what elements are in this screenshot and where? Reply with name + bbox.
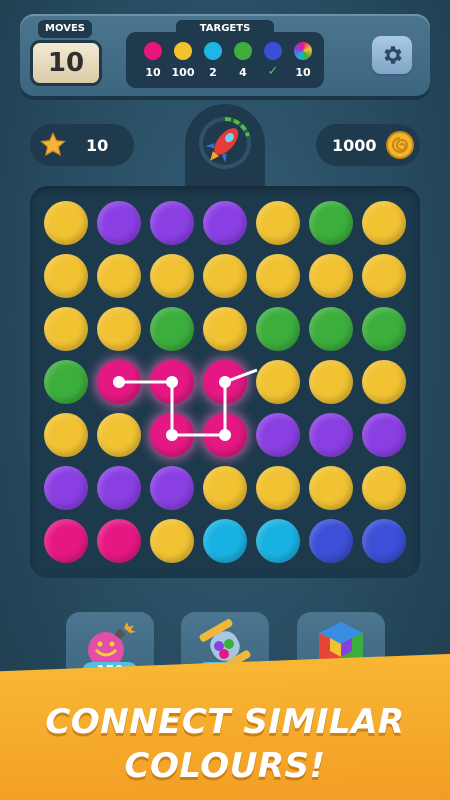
target-color-icon xyxy=(264,42,282,60)
ball[interactable] xyxy=(97,201,141,245)
ball[interactable] xyxy=(256,466,300,510)
ball[interactable] xyxy=(203,360,247,404)
ball[interactable] xyxy=(44,466,88,510)
ball[interactable] xyxy=(362,254,406,298)
ball[interactable] xyxy=(256,254,300,298)
ball[interactable] xyxy=(362,466,406,510)
ball[interactable] xyxy=(44,201,88,245)
ball[interactable] xyxy=(309,254,353,298)
ball[interactable] xyxy=(150,413,194,457)
target-count: 4 xyxy=(239,66,247,79)
coins-panel: 1000 xyxy=(316,124,420,166)
targets-panel: 10 100 2 4 ✓ 10 xyxy=(126,32,324,88)
ball[interactable] xyxy=(256,360,300,404)
target-color-icon xyxy=(204,42,222,60)
target-count: 2 xyxy=(209,66,217,79)
ball[interactable] xyxy=(150,360,194,404)
ball[interactable] xyxy=(44,360,88,404)
target-count: 10 xyxy=(295,66,311,79)
coins-count: 1000 xyxy=(332,136,377,155)
ball[interactable] xyxy=(203,307,247,351)
coin-icon xyxy=(386,131,414,159)
ball[interactable] xyxy=(150,307,194,351)
ball[interactable] xyxy=(362,201,406,245)
ball[interactable] xyxy=(309,360,353,404)
ball[interactable] xyxy=(309,413,353,457)
ball[interactable] xyxy=(203,466,247,510)
ball[interactable] xyxy=(150,254,194,298)
ball[interactable] xyxy=(97,519,141,563)
ball[interactable] xyxy=(256,307,300,351)
targets-label: TARGETS xyxy=(176,20,274,38)
ball[interactable] xyxy=(309,519,353,563)
stars-count: 10 xyxy=(86,136,109,155)
ball[interactable] xyxy=(309,307,353,351)
target-complete-check-icon: ✓ xyxy=(267,64,279,79)
gear-icon xyxy=(384,46,402,64)
ball[interactable] xyxy=(362,360,406,404)
ball[interactable] xyxy=(150,201,194,245)
target-item: 10 xyxy=(290,32,316,79)
ball[interactable] xyxy=(309,466,353,510)
target-count: 10 xyxy=(145,66,161,79)
target-item: 100 xyxy=(170,32,196,79)
ball[interactable] xyxy=(256,519,300,563)
target-color-icon xyxy=(144,42,162,60)
ball[interactable] xyxy=(203,519,247,563)
ball[interactable] xyxy=(256,413,300,457)
promo-line-1: CONNECT SIMILAR xyxy=(45,702,405,742)
ball[interactable] xyxy=(44,413,88,457)
stars-panel: 10 xyxy=(30,124,134,166)
ball[interactable] xyxy=(203,254,247,298)
settings-button[interactable] xyxy=(372,36,412,74)
ball[interactable] xyxy=(150,466,194,510)
ball[interactable] xyxy=(97,466,141,510)
ball[interactable] xyxy=(203,201,247,245)
target-count: 100 xyxy=(171,66,195,79)
ball[interactable] xyxy=(97,254,141,298)
promo-line-2: COLOURS! xyxy=(124,746,326,786)
target-item: ✓ xyxy=(260,32,286,79)
target-color-icon xyxy=(174,42,192,60)
ball[interactable] xyxy=(97,360,141,404)
ball[interactable] xyxy=(97,307,141,351)
moves-counter: 10 xyxy=(30,40,102,86)
target-color-icon xyxy=(234,42,252,60)
ball[interactable] xyxy=(362,519,406,563)
ball[interactable] xyxy=(309,201,353,245)
rocket-icon xyxy=(199,116,251,169)
ball[interactable] xyxy=(44,254,88,298)
ball[interactable] xyxy=(150,519,194,563)
target-color-icon xyxy=(294,42,312,60)
ball[interactable] xyxy=(44,307,88,351)
target-item: 10 xyxy=(140,32,166,79)
ball[interactable] xyxy=(362,413,406,457)
ball[interactable] xyxy=(97,413,141,457)
ball[interactable] xyxy=(362,307,406,351)
star-icon xyxy=(40,131,66,156)
ball[interactable] xyxy=(256,201,300,245)
ball[interactable] xyxy=(44,519,88,563)
target-item: 4 xyxy=(230,32,256,79)
target-item: 2 xyxy=(200,32,226,79)
promo-text: CONNECT SIMILAR COLOURS! xyxy=(0,700,450,788)
ball[interactable] xyxy=(203,413,247,457)
moves-label: MOVES xyxy=(38,20,92,38)
